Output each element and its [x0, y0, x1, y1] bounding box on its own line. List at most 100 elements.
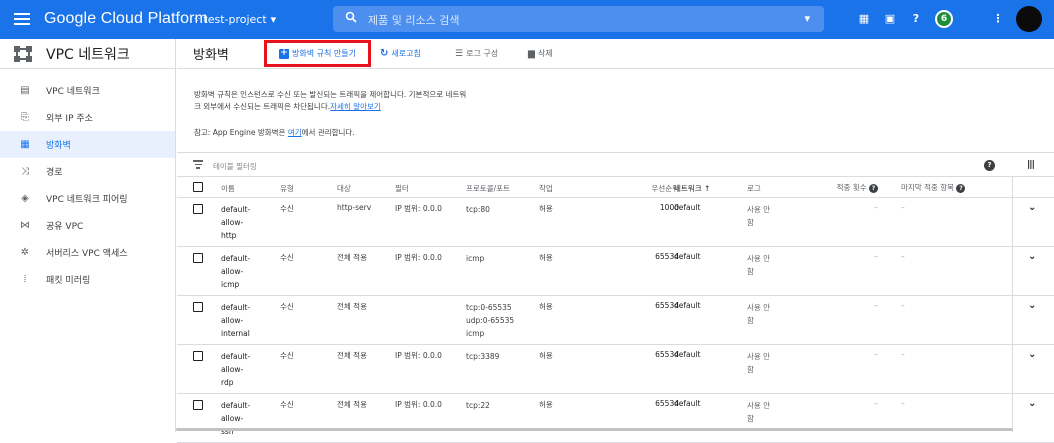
cell-priority: 65534: [655, 399, 679, 408]
filter-icon[interactable]: [193, 160, 203, 170]
table-row[interactable]: default-allow-http 수신 http-serv IP 범위: 0.0.…: [177, 198, 1054, 247]
description-line-1: 방화벽 규칙은 인스턴스로 수신 또는 발신되는 트래픽을 제어합니다. 기본적…: [194, 90, 467, 99]
table-row[interactable]: default-allow-icmp 수신 전체 적용 IP 범위: 0.0.0 icm…: [177, 247, 1054, 296]
here-link[interactable]: 여기: [288, 128, 302, 137]
gift-icon[interactable]: ▦: [856, 11, 872, 27]
cell-protocol: tcp:80: [466, 203, 490, 216]
description-line-2: 크 외부에서 수신되는 트래픽은 차단됩니다.: [194, 102, 331, 111]
header-priority[interactable]: 우선순위: [597, 183, 679, 194]
chevron-down-icon[interactable]: ⌄: [1028, 251, 1036, 262]
sidebar: VPC 네트워크 ▤ VPC 네트워크 ⎘ 외부 IP 주소 ▦ 방화벽 ⤨ 경로 ◈ V…: [0, 39, 176, 432]
column-divider: [1012, 177, 1013, 432]
cell-action: 허용: [539, 351, 553, 360]
header-filter[interactable]: 필터: [395, 183, 409, 194]
create-button-label: 방화벽 규칙 만들기: [292, 49, 356, 58]
header-protocol[interactable]: 프로토콜/포트: [466, 183, 510, 194]
horizontal-scrollbar[interactable]: [176, 428, 1013, 431]
table-row[interactable]: default-allow-rdp 수신 전체 적용 IP 범위: 0.0.0 tcp:…: [177, 345, 1054, 394]
cell-hit-count: –: [874, 399, 878, 408]
delete-button[interactable]: ▆ 삭제: [528, 48, 553, 59]
search-chevron-icon[interactable]: ▾: [804, 12, 810, 25]
header-action[interactable]: 작업: [539, 183, 553, 194]
brand-title[interactable]: Google Cloud Platform: [44, 10, 208, 28]
serverless-icon: ✲: [20, 247, 30, 258]
header-last-hit-wrap[interactable]: 마지막 적중 항목 ?: [901, 182, 966, 193]
search-bar[interactable]: 제품 및 리소스 검색 ▾: [333, 6, 824, 32]
header-logs[interactable]: 로그: [747, 183, 761, 194]
sidebar-item-serverless[interactable]: ✲ 서버리스 VPC 액세스: [0, 239, 175, 266]
help-icon[interactable]: ?: [908, 11, 924, 27]
sidebar-item-external-ip[interactable]: ⎘ 외부 IP 주소: [0, 104, 175, 131]
help-icon[interactable]: ?: [869, 183, 878, 193]
rule-name-link[interactable]: default-allow-rdp: [221, 350, 250, 389]
logs-line: 사용 안: [747, 401, 771, 410]
rule-name-link[interactable]: default-allow-http: [221, 203, 250, 242]
cloud-shell-icon[interactable]: ▣: [882, 11, 898, 27]
header-last-hit: 마지막 적중 항목: [901, 183, 955, 192]
help-icon[interactable]: ?: [984, 160, 995, 171]
table-row[interactable]: default-allow-ssh 수신 전체 적용 IP 범위: 0.0.0 tcp:…: [177, 394, 1054, 443]
cell-filter: IP 범위: 0.0.0: [395, 351, 442, 360]
peering-icon: ◈: [21, 193, 29, 204]
header-name[interactable]: 이름: [221, 183, 235, 194]
help-icon[interactable]: ?: [956, 183, 966, 193]
table-row[interactable]: default-allow-internal 수신 전체 적용 tcp:0-65535…: [177, 296, 1054, 345]
header-network[interactable]: 네트워크 ↑: [674, 183, 710, 194]
chevron-down-icon[interactable]: ⌄: [1028, 202, 1036, 213]
project-selector[interactable]: ⁘ test-project ▾: [193, 13, 276, 26]
sidebar-item-firewall[interactable]: ▦ 방화벽: [0, 131, 175, 158]
filter-input[interactable]: 테이블 필터링: [213, 161, 257, 172]
rule-name-part: default-: [221, 205, 251, 214]
header-type[interactable]: 유형: [280, 183, 294, 194]
rule-name-link[interactable]: default-allow-internal: [221, 301, 250, 340]
header-target[interactable]: 대상: [337, 183, 351, 194]
cell-action: 허용: [539, 400, 553, 409]
cell-protocol: tcp:0-65535 udp:0-65535 icmp: [466, 301, 514, 340]
rule-name-part: allow-: [221, 267, 244, 276]
chevron-down-icon[interactable]: ⌄: [1028, 398, 1036, 409]
row-checkbox[interactable]: [193, 302, 203, 312]
cell-logs: 사용 안함: [747, 350, 770, 376]
create-firewall-rule-button[interactable]: + 방화벽 규칙 만들기: [264, 40, 371, 67]
rule-name-part: default-: [221, 401, 251, 410]
cell-target: 전체 적용: [337, 302, 367, 311]
cell-network: default: [674, 203, 701, 212]
description-text: 방화벽 규칙은 인스턴스로 수신 또는 발신되는 트래픽을 제어합니다. 기본적…: [194, 89, 466, 113]
rule-name-link[interactable]: default-allow-ssh: [221, 399, 250, 438]
cell-protocol: tcp:3389: [466, 350, 499, 363]
menu-icon[interactable]: [14, 11, 30, 27]
sidebar-item-peering[interactable]: ◈ VPC 네트워크 피어링: [0, 185, 175, 212]
row-checkbox[interactable]: [193, 204, 203, 214]
select-all-checkbox[interactable]: [193, 182, 203, 192]
sidebar-item-label: VPC 네트워크 피어링: [46, 195, 128, 205]
chevron-down-icon[interactable]: ⌄: [1028, 349, 1036, 360]
sidebar-item-routes[interactable]: ⤨ 경로: [0, 158, 175, 185]
protocol-line: udp:0-65535: [466, 316, 515, 325]
table-header: 이름 유형 대상 필터 프로토콜/포트 작업 우선순위 네트워크 ↑ 로그 적중…: [177, 177, 1054, 198]
cell-priority: 65534: [655, 301, 679, 310]
rule-name-part: internal: [221, 329, 250, 338]
chevron-down-icon[interactable]: ⌄: [1028, 300, 1036, 311]
cell-logs: 사용 안함: [747, 203, 770, 229]
refresh-button[interactable]: ↻ 새로고침: [380, 48, 421, 59]
sidebar-item-packet-mirroring[interactable]: ⦙ 패킷 미러링: [0, 266, 175, 293]
avatar[interactable]: [1016, 6, 1042, 32]
refresh-icon: ↻: [380, 48, 389, 59]
column-display-icon[interactable]: |||: [1027, 160, 1035, 170]
configure-logs-button[interactable]: ☰ 로그 구성: [455, 48, 498, 59]
chevron-down-icon: ▾: [270, 13, 277, 26]
sidebar-item-vpc-networks[interactable]: ▤ VPC 네트워크: [0, 77, 175, 104]
row-checkbox[interactable]: [193, 253, 203, 263]
row-checkbox[interactable]: [193, 400, 203, 410]
cell-last-hit: –: [901, 399, 905, 408]
rule-name-link[interactable]: default-allow-icmp: [221, 252, 250, 291]
logs-line: 함: [747, 316, 754, 325]
cell-hit-count: –: [874, 203, 878, 212]
sidebar-item-shared-vpc[interactable]: ⋈ 공유 VPC: [0, 212, 175, 239]
learn-more-link[interactable]: 자세히 알아보기: [330, 102, 381, 111]
cell-type: 수신: [280, 400, 294, 409]
header-hit-count-wrap[interactable]: 적중 횟수 ?: [814, 182, 878, 193]
row-checkbox[interactable]: [193, 351, 203, 361]
more-vert-icon[interactable]: ⋮: [990, 11, 1006, 27]
notifications-badge[interactable]: 6: [935, 10, 953, 28]
